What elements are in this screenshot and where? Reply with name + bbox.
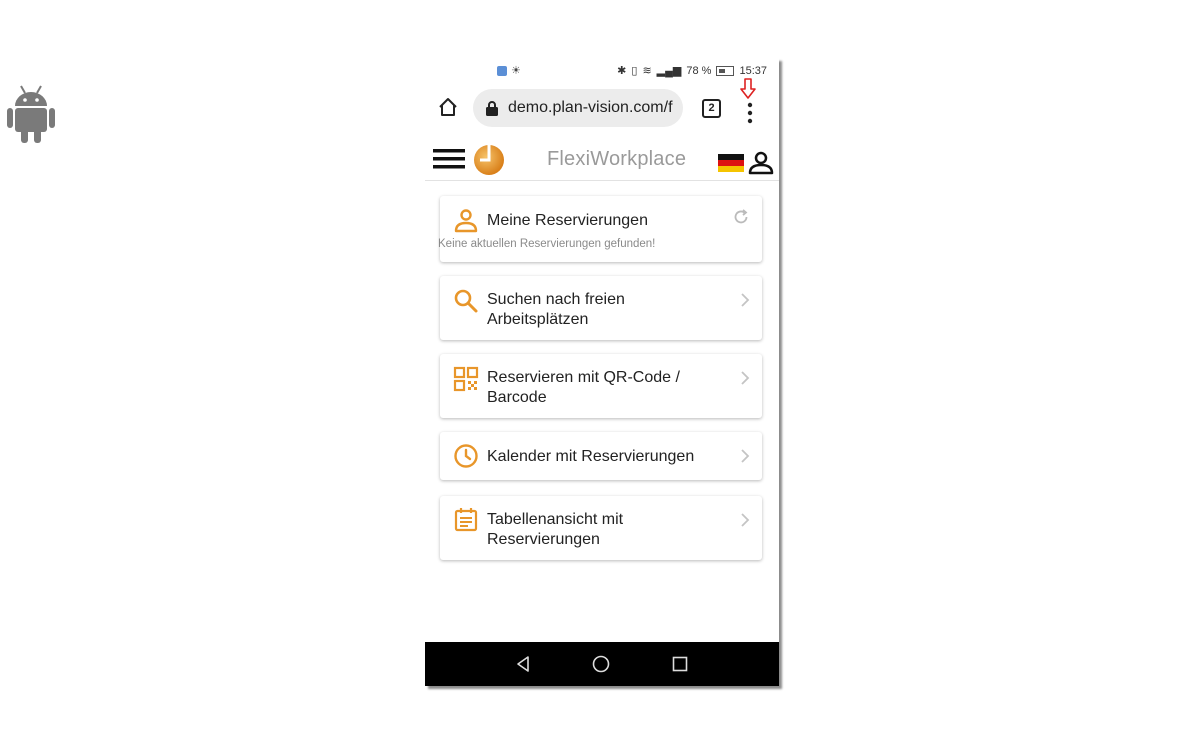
app-header: FlexiWorkplace — [425, 138, 779, 181]
browser-toolbar: demo.plan-vision.com/f 2 — [425, 78, 779, 132]
wifi-icon: ≋ — [642, 65, 652, 77]
url-text: demo.plan-vision.com/f — [508, 99, 673, 116]
german-flag-icon[interactable] — [718, 154, 744, 172]
brightness-icon: ☀ — [511, 65, 521, 77]
bluetooth-icon: ✱ — [617, 65, 627, 77]
tab-switcher-button[interactable]: 2 — [702, 99, 721, 118]
card-search-workplaces[interactable]: Suchen nach freien Arbeitsplätzen — [440, 276, 762, 340]
android-logo-icon — [7, 85, 55, 143]
arrow-down-icon — [740, 78, 756, 99]
chevron-right-icon — [741, 513, 750, 527]
card-qr-reservation[interactable]: Reservieren mit QR-Code / Barcode — [440, 354, 762, 418]
more-menu-icon[interactable] — [746, 102, 754, 124]
lock-icon — [486, 101, 498, 116]
search-icon — [454, 289, 478, 313]
refresh-icon[interactable] — [732, 208, 750, 226]
app-title: FlexiWorkplace — [547, 148, 687, 170]
recent-apps-icon[interactable] — [670, 654, 690, 674]
card-table-view[interactable]: Tabellenansicht mit Reservierungen — [440, 496, 762, 560]
clock-time: 15:37 — [739, 64, 767, 77]
status-bar: ☀ ✱ ▯ ≋ ▂▄▆ 78 % 15:37 — [425, 58, 779, 82]
battery-percent: 78 % — [686, 64, 712, 77]
card-title: Suchen nach freien Arbeitsplätzen — [487, 291, 625, 328]
phone-screen: ☀ ✱ ▯ ≋ ▂▄▆ 78 % 15:37 demo.plan-vision.… — [425, 58, 779, 686]
card-title: Meine Reservierungen — [487, 212, 648, 229]
card-subtitle: Keine aktuellen Reservierungen gefunden! — [438, 238, 656, 250]
card-title: Reservieren mit QR-Code / Barcode — [487, 369, 680, 406]
battery-icon — [716, 65, 735, 76]
card-my-reservations[interactable]: Meine Reservierungen Keine aktuellen Res… — [438, 196, 762, 262]
qr-code-icon — [453, 366, 479, 392]
chevron-right-icon — [741, 449, 750, 463]
clock-icon — [454, 444, 478, 468]
card-title: Kalender mit Reservierungen — [487, 448, 695, 465]
chevron-right-icon — [741, 371, 750, 385]
back-icon[interactable] — [513, 654, 533, 674]
hamburger-menu-icon[interactable] — [433, 148, 465, 170]
signal-icon: ▂▄▆ — [656, 65, 682, 77]
card-title: Tabellenansicht mit Reservierungen — [487, 511, 624, 548]
card-calendar[interactable]: Kalender mit Reservierungen — [440, 432, 762, 480]
app-logo-icon — [474, 145, 504, 175]
vibrate-icon: ▯ — [631, 65, 638, 77]
home-circle-icon[interactable] — [591, 654, 611, 674]
android-navigation-bar — [425, 642, 779, 686]
address-bar[interactable]: demo.plan-vision.com/f — [473, 89, 683, 127]
user-account-icon[interactable] — [748, 150, 774, 176]
shield-icon — [497, 65, 507, 76]
chevron-right-icon — [741, 293, 750, 307]
table-view-icon — [454, 508, 478, 532]
home-icon[interactable] — [437, 96, 459, 118]
person-icon — [454, 209, 478, 233]
